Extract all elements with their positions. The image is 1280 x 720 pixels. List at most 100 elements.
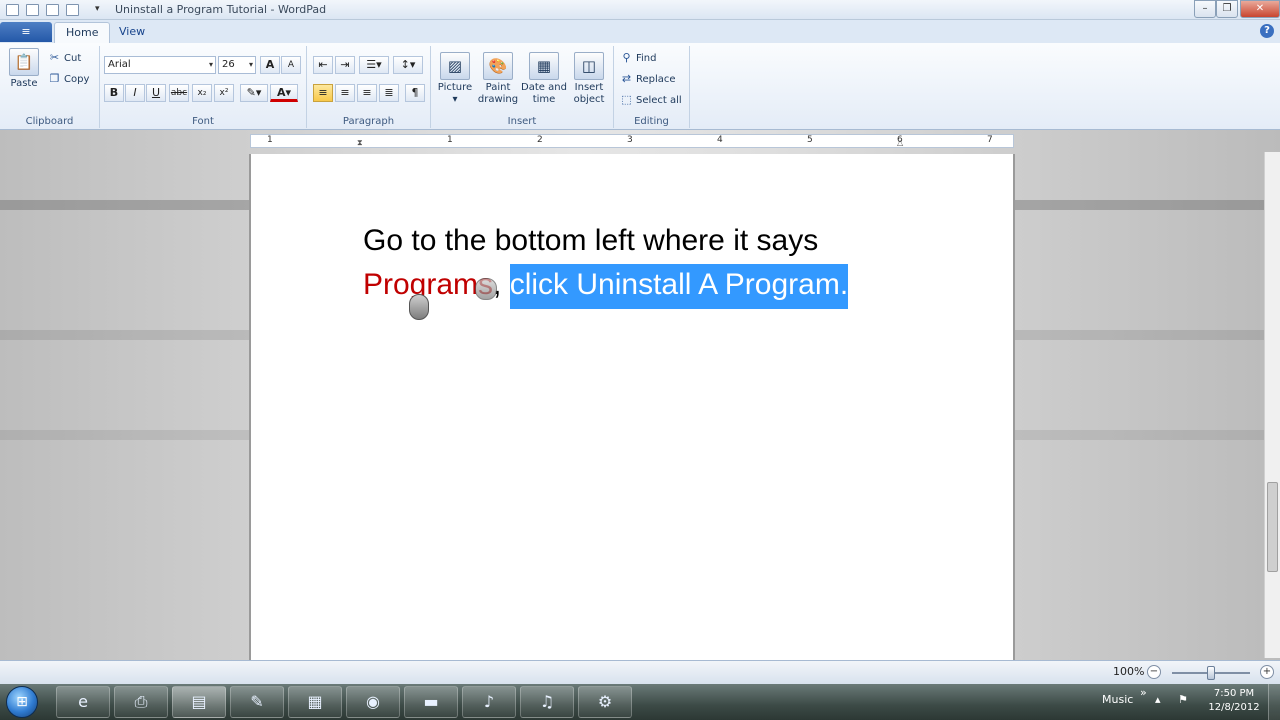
mouse-click-icon <box>409 294 429 320</box>
taskbar-folder-button[interactable]: ▬ <box>404 686 458 718</box>
zoom-slider-thumb[interactable] <box>1207 666 1215 680</box>
date-time-label-2: time <box>532 94 556 105</box>
align-right-button[interactable]: ≡ <box>357 84 377 102</box>
ruler-number: 2 <box>537 135 543 145</box>
window-title: Uninstall a Program Tutorial - WordPad <box>115 3 327 16</box>
document-page[interactable]: Go to the bottom left where it says Prog… <box>249 154 1015 660</box>
highlight-color-button[interactable]: ✎▾ <box>240 84 268 102</box>
tab-home[interactable]: Home <box>54 22 111 43</box>
font-size-select[interactable]: 26 ▾ <box>218 56 256 74</box>
media-icon: ◉ <box>366 692 380 711</box>
customize-quick-access-icon[interactable]: ▾ <box>95 4 100 14</box>
vertical-scrollbar[interactable] <box>1264 152 1280 658</box>
find-button[interactable]: ⚲ Find <box>620 52 657 65</box>
system-clock[interactable]: 7:50 PM 12/8/2012 <box>1204 687 1264 715</box>
start-button[interactable]: ⊞ <box>6 686 38 718</box>
decrease-indent-button[interactable]: ⇤ <box>313 56 333 74</box>
replace-icon: ⇄ <box>621 72 632 85</box>
line-spacing-icon: ↕ <box>400 58 410 71</box>
copy-button[interactable]: ❐ Copy <box>48 72 90 86</box>
action-center-flag-icon[interactable]: ⚑ <box>1178 693 1188 706</box>
chevron-down-icon: ▾ <box>248 60 253 69</box>
taskbar-paint-button[interactable]: ✎ <box>230 686 284 718</box>
bullets-button[interactable]: ☰▾ <box>359 56 389 74</box>
paste-button[interactable]: 📋 Paste <box>6 48 42 90</box>
taskbar-wordpad-button[interactable]: ▤ <box>172 686 226 718</box>
underline-button[interactable]: U <box>146 84 166 102</box>
taskbar-itunes-button[interactable]: ♫ <box>520 686 574 718</box>
strikethrough-button[interactable]: abc <box>169 84 189 102</box>
paint-drawing-button[interactable]: 🎨 Paint drawing <box>477 52 519 106</box>
decrease-indent-icon: ⇤ <box>318 58 328 71</box>
taskbar-media-button[interactable]: ◉ <box>346 686 400 718</box>
close-button[interactable]: ✕ <box>1240 0 1280 18</box>
align-left-button[interactable]: ≡ <box>313 84 333 102</box>
align-center-button[interactable]: ≡ <box>335 84 355 102</box>
application-menu-button[interactable]: ≡ <box>0 22 52 42</box>
right-indent-marker[interactable]: △ <box>897 138 903 147</box>
taskbar-movie-maker-button[interactable]: ▦ <box>288 686 342 718</box>
zoom-out-button[interactable]: − <box>1147 665 1161 679</box>
ruler-number: 1 <box>267 135 273 145</box>
copy-icon: ❐ <box>49 72 60 85</box>
font-group: Arial ▾ 26 ▾ A A B I U abc x₂ x² ✎▾ A▾ Fon… <box>100 46 307 128</box>
maximize-button[interactable]: ❐ <box>1216 0 1238 18</box>
insert-group-label: Insert <box>507 116 537 127</box>
wordpad-app-icon[interactable] <box>6 4 19 16</box>
insert-object-label-1: Insert <box>574 82 604 93</box>
replace-button[interactable]: ⇄ Replace <box>620 72 676 86</box>
italic-button[interactable]: I <box>125 84 145 102</box>
ribbon: 📋 Paste ✂ Cut ❐ Copy Clipboard Arial ▾ 26 ▾ … <box>0 43 1280 130</box>
font-family-select[interactable]: Arial ▾ <box>104 56 216 74</box>
control-panel-icon: ⚙ <box>597 692 613 711</box>
date-and-time-button[interactable]: ▦ Date and time <box>520 52 568 106</box>
taskbar-printer-button[interactable]: ⎙ <box>114 686 168 718</box>
paragraph-group-label: Paragraph <box>342 116 395 127</box>
tab-view[interactable]: View <box>108 22 156 43</box>
show-desktop-button[interactable] <box>1268 684 1280 720</box>
copy-label: Copy <box>64 74 90 85</box>
justify-button[interactable]: ≣ <box>379 84 399 102</box>
ruler[interactable]: 1 1 2 3 4 5 6 7 ⧗ △ <box>250 134 1014 148</box>
cut-button[interactable]: ✂ Cut <box>48 52 81 65</box>
date-time-label-1: Date and <box>521 82 567 93</box>
subscript-button[interactable]: x₂ <box>192 84 212 102</box>
scrollbar-thumb[interactable] <box>1267 482 1278 572</box>
highlighter-icon: ✎ <box>246 86 256 99</box>
taskbar-mp3-converter-button[interactable]: ♪ <box>462 686 516 718</box>
music-toolbar-label[interactable]: Music <box>1102 693 1133 706</box>
taskbar-internet-explorer-button[interactable]: e <box>56 686 110 718</box>
mp3-converter-icon: ♪ <box>483 692 495 711</box>
select-all-button[interactable]: ⬚ Select all <box>620 94 681 107</box>
editing-group: ⚲ Find ⇄ Replace ⬚ Select all Editing <box>614 46 690 128</box>
shrink-font-button[interactable]: A <box>281 56 301 74</box>
paste-label: Paste <box>10 78 38 89</box>
find-label: Find <box>636 53 657 64</box>
text-color-button[interactable]: A▾ <box>270 84 298 102</box>
wordpad-icon: ▤ <box>191 692 207 711</box>
save-icon[interactable] <box>26 4 39 16</box>
taskbar-control-panel-button[interactable]: ⚙ <box>578 686 632 718</box>
chevron-icon[interactable]: » <box>1140 686 1147 699</box>
status-bar: 100% − + <box>0 660 1280 684</box>
increase-indent-button[interactable]: ⇥ <box>335 56 355 74</box>
tray-arrow-icon[interactable]: ▴ <box>1155 693 1161 706</box>
superscript-button[interactable]: x² <box>214 84 234 102</box>
redo-icon[interactable] <box>66 4 79 16</box>
text-color-icon: A <box>276 86 286 99</box>
undo-icon[interactable] <box>46 4 59 16</box>
bold-button[interactable]: B <box>104 84 124 102</box>
picture-button[interactable]: ▨ Picture ▾ <box>435 52 475 106</box>
line-spacing-button[interactable]: ↕▾ <box>393 56 423 74</box>
paragraph-dialog-button[interactable]: ¶ <box>405 84 425 102</box>
ruler-number: 5 <box>807 135 813 145</box>
left-indent-marker[interactable]: ⧗ <box>357 138 363 148</box>
ruler-number: 4 <box>717 135 723 145</box>
justify-icon: ≣ <box>384 86 394 99</box>
clock-time: 7:50 PM <box>1213 688 1255 699</box>
zoom-in-button[interactable]: + <box>1260 665 1274 679</box>
grow-font-button[interactable]: A <box>260 56 280 74</box>
help-icon[interactable]: ? <box>1260 24 1274 38</box>
minimize-button[interactable]: – <box>1194 0 1216 18</box>
insert-object-button[interactable]: ◫ Insert object <box>569 52 609 106</box>
